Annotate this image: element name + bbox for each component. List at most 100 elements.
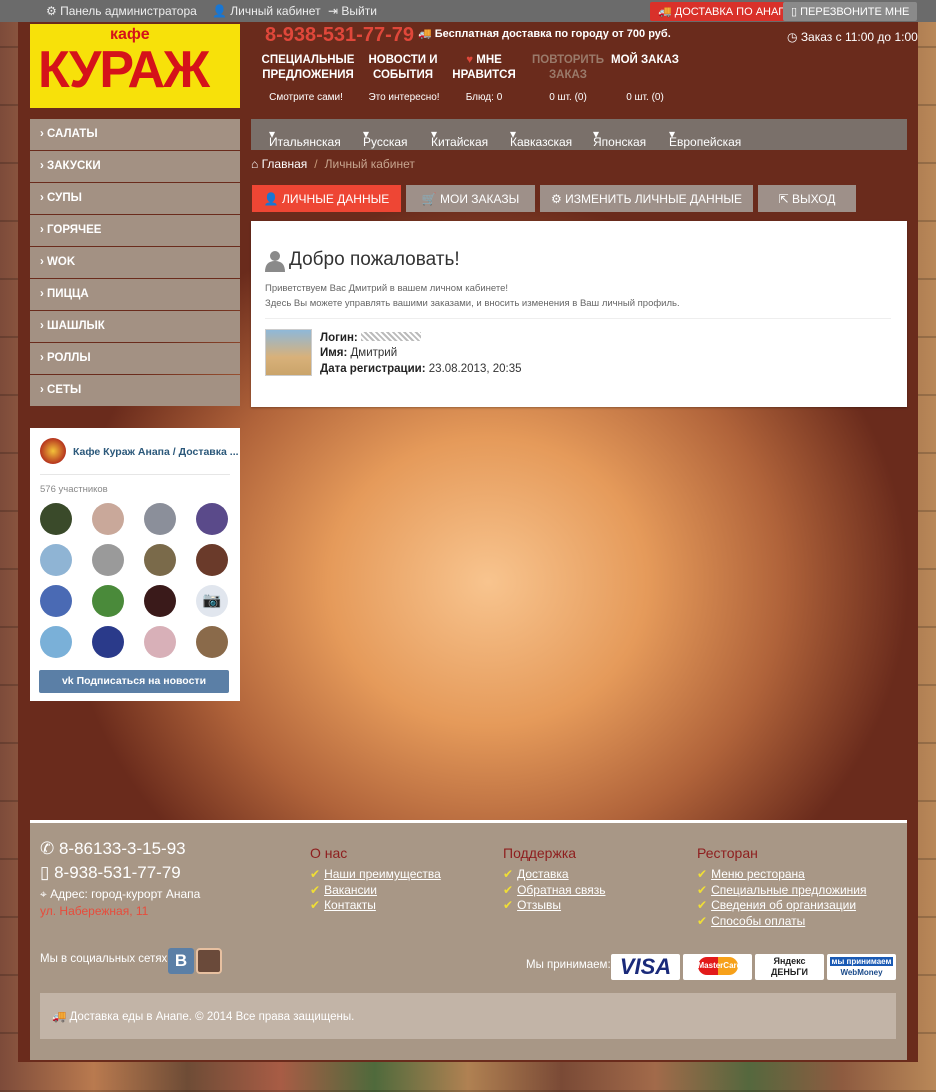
link-org-info[interactable]: Сведения об организации (697, 898, 866, 914)
vk-icon: vk (61, 675, 77, 687)
tab-edit-profile[interactable]: ⚙ ИЗМЕНИТЬ ЛИЧНЫЕ ДАННЫЕ (540, 185, 753, 212)
nav-special-offers[interactable]: СПЕЦИАЛЬНЫЕ ПРЕДЛОЖЕНИЯ (258, 53, 358, 83)
vk-subscribe-button[interactable]: vk Подписаться на новости (39, 670, 229, 693)
footer-phone-2: ▯ 8-938-531-77-79 (40, 863, 181, 882)
user-icon (265, 251, 285, 272)
mastercard-logo: MasterCard (683, 954, 752, 980)
free-delivery-note: 🚚 Бесплатная доставка по городу от 700 р… (418, 28, 671, 40)
callback-button[interactable]: ▯ ПЕРЕЗВОНИТЕ МНЕ (783, 2, 918, 21)
vk-widget: Кафе Кураж Анапа / Доставка ... 576 учас… (30, 428, 240, 701)
link-advantages[interactable]: Наши преимущества (310, 867, 441, 883)
member-avatar[interactable] (144, 585, 176, 617)
sidebar-item-shashlik[interactable]: › ШАШЛЫК (30, 311, 240, 342)
member-avatar[interactable] (40, 503, 72, 535)
social-label: Мы в социальных сетях: (40, 953, 171, 965)
link-special[interactable]: Специальные предложиния (697, 883, 866, 899)
breadcrumb-current: Личный кабинет (324, 157, 415, 171)
vk-social-icon[interactable]: B (168, 948, 194, 974)
user-icon: 👤 (263, 192, 283, 206)
instagram-icon[interactable] (196, 948, 222, 974)
heart-icon: ♥ (466, 54, 474, 66)
link-contacts[interactable]: Контакты (310, 898, 441, 914)
tab-my-orders[interactable]: 🛒 МОИ ЗАКАЗЫ (406, 185, 535, 212)
cuisine-chinese[interactable]: Китайская ▾ (431, 127, 488, 149)
tab-logout[interactable]: ⇱ ВЫХОД (758, 185, 856, 212)
link-feedback[interactable]: Обратная связь (503, 883, 605, 899)
cuisine-caucasian[interactable]: Кавказская ▾ (510, 127, 572, 149)
cuisine-european[interactable]: Европейская ▾ (669, 127, 741, 149)
member-avatar[interactable] (40, 544, 72, 576)
logo[interactable]: кафе КУРАЖ (30, 24, 240, 108)
member-avatar[interactable] (92, 503, 124, 535)
member-avatar[interactable] (92, 544, 124, 576)
member-avatar[interactable] (196, 503, 228, 535)
login-row: Логин: (320, 332, 421, 344)
category-sidebar: › САЛАТЫ › ЗАКУСКИ › СУПЫ › ГОРЯЧЕЕ › WO… (30, 119, 240, 407)
member-avatar[interactable] (92, 626, 124, 658)
sidebar-item-wok[interactable]: › WOK (30, 247, 240, 278)
delivery-button[interactable]: 🚚 ДОСТАВКА ПО АНАПЕ (650, 2, 802, 21)
nav-my-order[interactable]: МОЙ ЗАКАЗ (595, 53, 695, 68)
exit-icon: ⇥ (328, 4, 342, 18)
member-avatar[interactable] (40, 585, 72, 617)
member-avatar[interactable] (196, 626, 228, 658)
link-reviews[interactable]: Отзывы (503, 898, 605, 914)
info-text: Здесь Вы можете управлять вашими заказам… (265, 298, 680, 309)
gear-icon: ⚙ (46, 4, 61, 18)
sidebar-item-sets[interactable]: › СЕТЫ (30, 375, 240, 406)
accept-label: Мы принимаем: (526, 959, 611, 971)
registration-row: Дата регистрации: 23.08.2013, 20:35 (320, 363, 522, 375)
visa-logo: VISA (611, 954, 680, 980)
member-avatar[interactable] (144, 503, 176, 535)
link-menu[interactable]: Меню ресторана (697, 867, 866, 883)
footer-phone-1: ✆ 8-86133-3-15-93 (40, 839, 186, 858)
gears-icon: ⚙ (550, 192, 566, 206)
link-vacancies[interactable]: Вакансии (310, 883, 441, 899)
login-redacted (360, 332, 421, 341)
sidebar-item-hot[interactable]: › ГОРЯЧЕЕ (30, 215, 240, 246)
phone-icon: ✆ (40, 839, 59, 858)
webmoney-logo: мы принимаем WebMoney (827, 954, 896, 980)
footer-address: ⌖ Адрес: город-курорт Анапа (40, 887, 201, 901)
profile-card: Добро пожаловать! Приветствуем Вас Дмитр… (251, 221, 907, 407)
admin-panel-link[interactable]: ⚙ Панель администратора (46, 4, 197, 18)
cuisine-menu: Итальянская ▾ Русская ▾ Китайская ▾ Кавк… (251, 119, 907, 150)
camera-icon[interactable]: 📷 (196, 585, 228, 617)
cuisine-russian[interactable]: Русская ▾ (363, 127, 408, 149)
footer-support: Поддержка Доставка Обратная связь Отзывы (503, 845, 605, 914)
member-avatar[interactable] (144, 626, 176, 658)
member-avatar[interactable] (92, 585, 124, 617)
member-avatar[interactable] (196, 544, 228, 576)
tab-personal-data[interactable]: 👤 ЛИЧНЫЕ ДАННЫЕ (252, 185, 401, 212)
order-hours: ◷ Заказ с 11:00 до 1:00 (787, 30, 918, 44)
mobile-icon: ▯ (40, 863, 55, 882)
breadcrumb: ⌂ Главная / Личный кабинет (251, 157, 415, 171)
link-payment[interactable]: Способы оплаты (697, 914, 866, 930)
sidebar-item-soups[interactable]: › СУПЫ (30, 183, 240, 214)
cuisine-japanese[interactable]: Японская ▾ (593, 127, 646, 149)
member-avatar[interactable] (40, 626, 72, 658)
member-avatar[interactable] (144, 544, 176, 576)
sidebar-item-pizza[interactable]: › ПИЦЦА (30, 279, 240, 310)
user-avatar (265, 329, 312, 376)
link-delivery[interactable]: Доставка (503, 867, 605, 883)
user-icon: 👤 (212, 4, 231, 18)
copyright-bar: 🚚 Доставка еды в Анапе. © 2014 Все права… (40, 993, 896, 1039)
cabinet-link[interactable]: 👤 Личный кабинет (212, 4, 321, 18)
footer-street: ул. Набережная, 11 (40, 904, 149, 918)
footer-restaurant: Ресторан Меню ресторана Специальные пред… (697, 845, 866, 929)
phone-icon: ▯ (791, 6, 801, 18)
page-title: Добро пожаловать! (289, 249, 460, 270)
breadcrumb-home[interactable]: Главная (262, 157, 308, 171)
sidebar-item-salads[interactable]: › САЛАТЫ (30, 119, 240, 150)
sidebar-item-snacks[interactable]: › ЗАКУСКИ (30, 151, 240, 182)
footer-about: О нас Наши преимущества Вакансии Контакт… (310, 845, 441, 914)
cart-icon: 🛒 (421, 192, 440, 206)
logout-link[interactable]: ⇥ Выйти (328, 4, 377, 18)
sidebar-item-rolls[interactable]: › РОЛЛЫ (30, 343, 240, 374)
yandex-money-logo: Яндекс ДЕНЬГИ (755, 954, 824, 980)
vk-members-count[interactable]: 576 участников (40, 484, 108, 495)
vk-group-title[interactable]: Кафе Кураж Анапа / Доставка ... (73, 446, 239, 458)
group-avatar[interactable] (40, 438, 66, 464)
cuisine-italian[interactable]: Итальянская ▾ (269, 127, 341, 149)
